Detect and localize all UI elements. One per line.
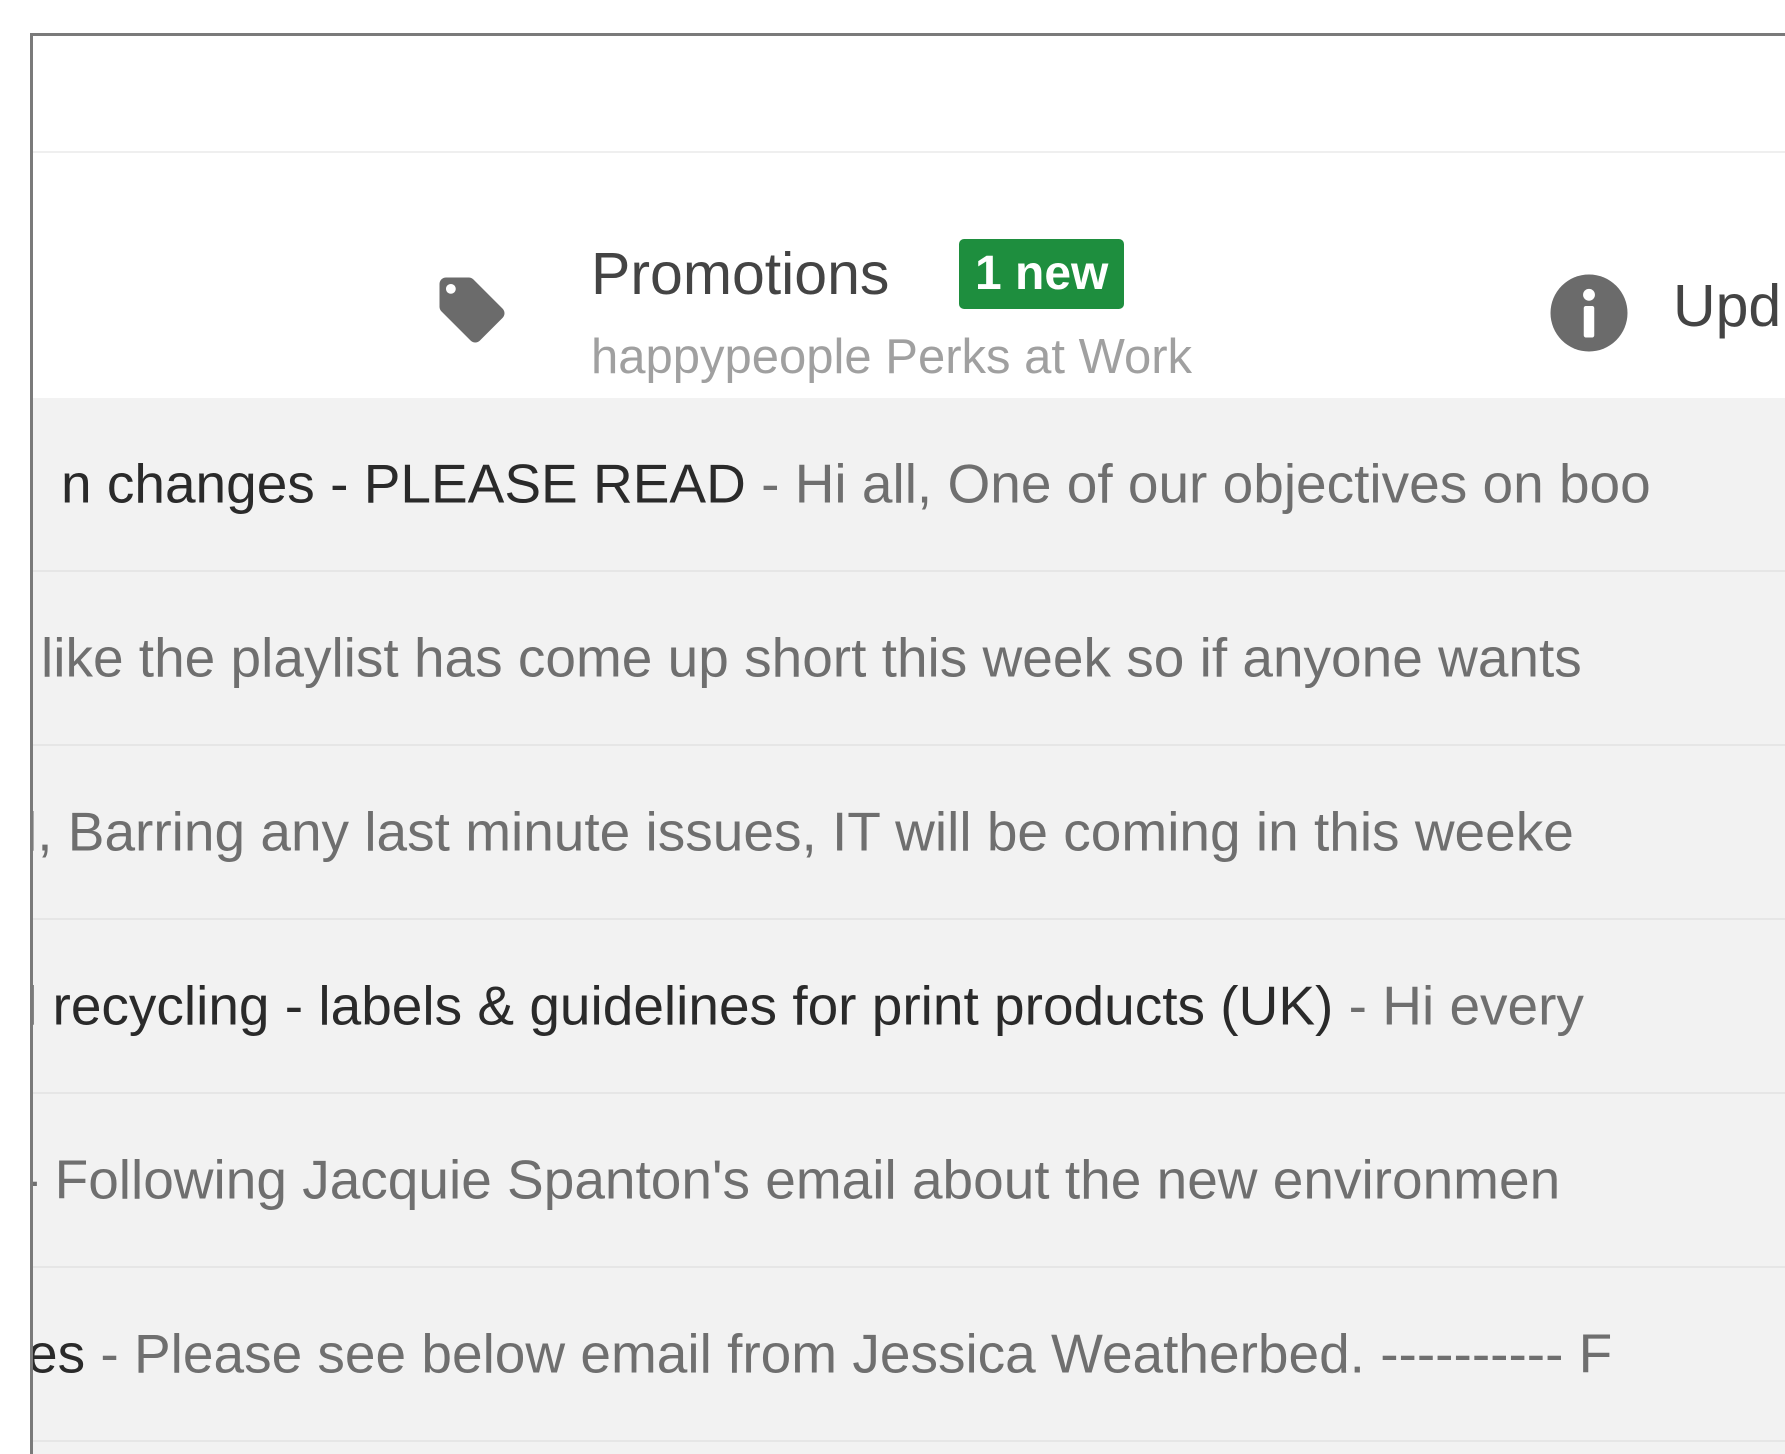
- email-subject: l recycling - labels & guidelines for pr…: [33, 974, 1334, 1037]
- toolbar-area: [33, 36, 1785, 153]
- tab-updates-label: Upd: [1673, 273, 1782, 339]
- email-row-text: l recycling - labels & guidelines for pr…: [33, 978, 1584, 1034]
- tab-promotions-sender: happypeople Perks at Work: [591, 330, 1193, 384]
- email-subject: n changes - PLEASE READ: [61, 452, 746, 515]
- tab-promotions-label: Promotions: [591, 241, 890, 307]
- gmail-window: Promotions 1 new happypeople Perks at Wo…: [30, 33, 1785, 1454]
- email-snippet: like the playlist has come up short this…: [41, 626, 1582, 689]
- email-list: n changes - PLEASE READ - Hi all, One of…: [33, 398, 1785, 1454]
- tab-promotions[interactable]: Promotions 1 new happypeople Perks at Wo…: [403, 153, 1503, 398]
- email-snippet: l, Barring any last minute issues, IT wi…: [33, 800, 1574, 863]
- email-separator: -: [745, 452, 795, 515]
- email-row-text: - Following Jacquie Spanton's email abou…: [33, 1152, 1560, 1208]
- email-snippet: Hi every: [1382, 974, 1584, 1037]
- email-row[interactable]: es - Please see below email from Jessica…: [33, 1268, 1785, 1442]
- email-snippet: Hi all, One of our objectives on boo: [794, 452, 1651, 515]
- tag-icon: [439, 277, 505, 343]
- email-row-text: like the playlist has come up short this…: [41, 630, 1582, 686]
- email-subject: es: [33, 1322, 86, 1385]
- email-row[interactable]: l, Barring any last minute issues, IT wi…: [33, 746, 1785, 920]
- email-row[interactable]: like the playlist has come up short this…: [33, 572, 1785, 746]
- email-separator: -: [85, 1322, 134, 1385]
- email-row-text: n changes - PLEASE READ - Hi all, One of…: [61, 456, 1651, 512]
- email-row-text: l, Barring any last minute issues, IT wi…: [33, 804, 1574, 860]
- category-tabs: Promotions 1 new happypeople Perks at Wo…: [33, 153, 1785, 398]
- email-row[interactable]: - Following Jacquie Spanton's email abou…: [33, 1094, 1785, 1268]
- email-row[interactable]: n changes - PLEASE READ - Hi all, One of…: [33, 398, 1785, 572]
- email-snippet: - Following Jacquie Spanton's email abou…: [33, 1148, 1561, 1211]
- info-icon: [1550, 274, 1628, 352]
- email-separator: -: [1333, 974, 1383, 1037]
- new-count-badge: 1 new: [959, 239, 1125, 309]
- email-snippet: Please see below email from Jessica Weat…: [133, 1322, 1613, 1385]
- email-row-text: es - Please see below email from Jessica…: [33, 1326, 1612, 1382]
- email-row[interactable]: l recycling - labels & guidelines for pr…: [33, 920, 1785, 1094]
- tab-updates[interactable]: Upd: [1503, 153, 1785, 398]
